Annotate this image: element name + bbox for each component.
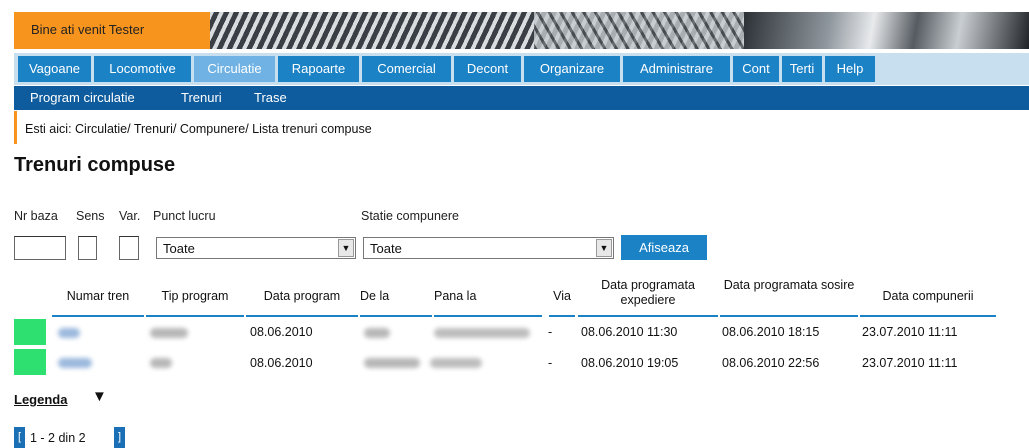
breadcrumb-text: Esti aici: Circulatie/ Trenuri/ Compuner… <box>25 122 372 136</box>
header-divider <box>578 315 718 317</box>
submenu-item-trenuri[interactable]: Trenuri <box>181 90 222 105</box>
menu-item-circulatie[interactable]: Circulatie <box>194 56 275 82</box>
statie-compunere-select[interactable]: Toate ▼ <box>363 237 614 259</box>
submenu-item-trase[interactable]: Trase <box>254 90 287 105</box>
afiseaza-button[interactable]: Afiseaza <box>621 235 707 260</box>
submenu-item-program-circulatie[interactable]: Program circulatie <box>30 90 135 105</box>
menu-item-decont[interactable]: Decont <box>454 56 521 82</box>
col-header-expediere[interactable]: Data programata expediere <box>578 278 718 308</box>
train-number-link[interactable] <box>58 328 80 338</box>
punct-lucru-value: Toate <box>163 241 195 256</box>
via-cell: - <box>548 356 553 370</box>
pana-la-cell <box>430 358 482 368</box>
sens-label: Sens <box>76 209 105 223</box>
col-header-data-compunerii[interactable]: Data compunerii <box>860 289 996 304</box>
banner-photo <box>744 12 1029 49</box>
via-cell: - <box>548 325 553 339</box>
header-divider <box>860 315 996 317</box>
sosire-cell: 08.06.2010 18:15 <box>722 325 820 339</box>
menu-item-cont[interactable]: Cont <box>733 56 779 82</box>
tip-program-cell <box>150 358 172 368</box>
breadcrumb: Esti aici: Circulatie/ Trenuri/ Compuner… <box>14 111 1029 144</box>
pana-la-cell <box>434 328 530 338</box>
header-divider <box>720 315 858 317</box>
triangle-down-icon[interactable]: ▼ <box>92 388 107 405</box>
train-number-link[interactable] <box>58 358 92 368</box>
banner-graphic <box>534 12 764 49</box>
sub-menu: Program circulatie Trenuri Trase <box>14 86 1029 110</box>
col-header-sosire[interactable]: Data programata sosire <box>720 278 858 293</box>
compunere-cell: 23.07.2010 11:11 <box>862 356 958 370</box>
col-header-via[interactable]: Via <box>549 289 575 304</box>
previous-page-icon[interactable]: [ <box>14 427 25 448</box>
menu-item-vagoane[interactable]: Vagoane <box>18 56 91 82</box>
header-divider <box>434 315 542 317</box>
var-label: Var. <box>119 209 141 223</box>
punct-lucru-select[interactable]: Toate ▼ <box>156 237 356 259</box>
statie-compunere-value: Toate <box>370 241 402 256</box>
menu-item-terti[interactable]: Terti <box>782 56 822 82</box>
welcome-text: Bine ati venit Tester <box>31 22 145 37</box>
menu-item-locomotive[interactable]: Locomotive <box>94 56 191 82</box>
next-page-icon[interactable]: ] <box>114 427 125 448</box>
var-input[interactable] <box>119 236 139 260</box>
header-divider <box>146 315 244 317</box>
page-title: Trenuri compuse <box>14 154 176 176</box>
menu-item-comercial[interactable]: Comercial <box>362 56 451 82</box>
status-swatch <box>14 319 46 345</box>
sosire-cell: 08.06.2010 22:56 <box>722 356 820 370</box>
header-divider <box>52 315 144 317</box>
col-header-pana-la[interactable]: Pana la <box>434 289 494 304</box>
compunere-cell: 23.07.2010 11:11 <box>862 325 958 339</box>
expediere-cell: 08.06.2010 19:05 <box>581 356 679 370</box>
menu-item-organizare[interactable]: Organizare <box>524 56 620 82</box>
menu-item-administrare[interactable]: Administrare <box>623 56 730 82</box>
menu-item-help[interactable]: Help <box>825 56 875 82</box>
pagination-info: 1 - 2 din 2 <box>30 431 86 445</box>
chevron-down-icon[interactable]: ▼ <box>338 239 354 257</box>
de-la-cell <box>364 328 390 338</box>
col-header-tip-program[interactable]: Tip program <box>146 289 244 304</box>
punct-lucru-label: Punct lucru <box>153 209 216 223</box>
header-divider <box>246 315 358 317</box>
statie-compunere-label: Statie compunere <box>361 209 459 223</box>
expediere-cell: 08.06.2010 11:30 <box>581 325 678 339</box>
col-header-data-program[interactable]: Data program <box>246 289 358 304</box>
sens-input[interactable] <box>78 236 97 260</box>
menu-item-rapoarte[interactable]: Rapoarte <box>278 56 359 82</box>
data-program-cell: 08.06.2010 <box>250 356 313 370</box>
legend-toggle[interactable]: Legenda <box>14 392 67 407</box>
nr-baza-input[interactable] <box>14 236 66 260</box>
status-swatch <box>14 349 46 375</box>
header-divider <box>549 315 575 317</box>
chevron-down-icon[interactable]: ▼ <box>596 239 612 257</box>
nr-baza-label: Nr baza <box>14 209 58 223</box>
col-header-de-la[interactable]: De la <box>360 289 396 304</box>
header-divider <box>360 315 432 317</box>
de-la-cell <box>364 358 420 368</box>
welcome-box: Bine ati venit Tester <box>14 12 210 49</box>
col-header-numar-tren[interactable]: Numar tren <box>52 289 144 304</box>
tip-program-cell <box>150 328 188 338</box>
data-program-cell: 08.06.2010 <box>250 325 313 339</box>
main-menu: Vagoane Locomotive Circulatie Rapoarte C… <box>14 53 1029 85</box>
